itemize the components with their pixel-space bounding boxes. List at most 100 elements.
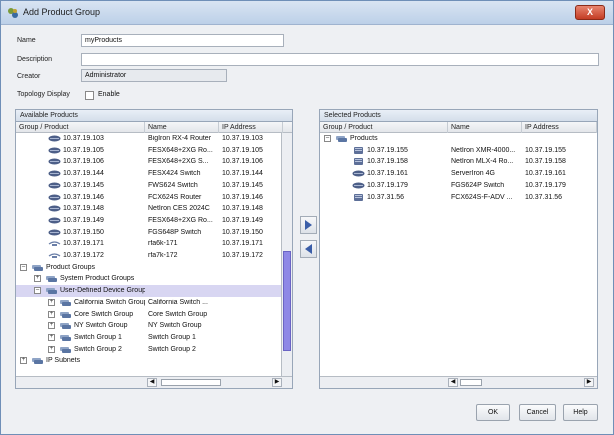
- title-bar[interactable]: Add Product Group X: [1, 1, 613, 25]
- name-cell: FESX648+2XG Ro...: [148, 216, 213, 224]
- name-cell: NY Switch Group: [148, 322, 202, 330]
- available-products-tree[interactable]: 10.37.19.103 BigIron RX-4 Router 10.37.19.…: [16, 133, 292, 376]
- tree-row[interactable]: 10.37.31.56 FCX624S-F-ADV ... 10.37.31.56: [320, 192, 597, 204]
- name-cell: ServerIron 4G: [451, 170, 495, 178]
- tree-row[interactable]: 10.37.19.171 rfa6k-171 10.37.19.171: [16, 238, 292, 250]
- expand-toggle-icon[interactable]: +: [48, 298, 55, 306]
- ip-address-cell: 10.37.19.145: [222, 181, 263, 189]
- name-cell: NetIron CES 2024C: [148, 205, 210, 213]
- selected-products-tree[interactable]: – Products 10.37.19.155 NetIron XMR-4000...…: [320, 133, 597, 376]
- tree-row[interactable]: 10.37.19.106 FESX648+2XG S... 10.37.19.106: [16, 156, 292, 168]
- group-product-cell: 10.37.19.106: [63, 158, 104, 166]
- arrow-right-icon: [305, 220, 312, 230]
- expand-toggle-icon[interactable]: +: [48, 322, 55, 330]
- ip-address-cell: 10.37.19.146: [222, 193, 263, 201]
- tree-row[interactable]: 10.37.19.146 FCX624S Router 10.37.19.146: [16, 192, 292, 204]
- ip-address-cell: 10.37.19.171: [222, 240, 263, 248]
- tree-row[interactable]: – Products: [320, 133, 597, 145]
- tree-row[interactable]: 10.37.19.161 ServerIron 4G 10.37.19.161: [320, 168, 597, 180]
- description-input[interactable]: [81, 53, 599, 66]
- column-name[interactable]: Name: [448, 122, 522, 133]
- remove-from-selected-button[interactable]: [300, 240, 317, 258]
- topology-display-label: Topology Display: [17, 91, 70, 98]
- tree-row[interactable]: + NY Switch Group NY Switch Group: [16, 320, 292, 332]
- tree-row[interactable]: 10.37.19.145 FWS624 Switch 10.37.19.145: [16, 180, 292, 192]
- expand-toggle-icon[interactable]: –: [324, 135, 331, 142]
- group-product-cell: 10.37.19.103: [63, 135, 104, 142]
- selected-horizontal-scrollbar[interactable]: ◀ ▶: [320, 376, 597, 388]
- add-to-selected-button[interactable]: [300, 216, 317, 234]
- enable-topology-checkbox[interactable]: [85, 91, 94, 100]
- expand-toggle-icon[interactable]: +: [48, 333, 55, 341]
- column-group-product[interactable]: Group / Product: [320, 122, 448, 133]
- selected-table-header: Group / Product Name IP Address: [320, 122, 597, 133]
- ip-address-cell: 10.37.19.158: [525, 158, 566, 166]
- column-ip-address[interactable]: IP Address: [522, 122, 597, 133]
- tree-row[interactable]: 10.37.19.155 NetIron XMR-4000... 10.37.19.…: [320, 145, 597, 157]
- column-group-product[interactable]: Group / Product: [16, 122, 145, 133]
- scroll-right-button[interactable]: ▶: [584, 378, 594, 387]
- tree-row[interactable]: 10.37.19.148 NetIron CES 2024C 10.37.19.14…: [16, 203, 292, 215]
- tree-row[interactable]: + IP Subnets: [16, 355, 292, 367]
- tree-row[interactable]: 10.37.19.158 NetIron MLX-4 Ro... 10.37.19.…: [320, 156, 597, 168]
- name-label: Name: [17, 37, 36, 44]
- tree-row[interactable]: 10.37.19.105 FESX648+2XG Ro... 10.37.19.10…: [16, 145, 292, 157]
- ip-address-cell: 10.37.19.150: [222, 228, 263, 236]
- available-horizontal-scrollbar[interactable]: ◀ ▶: [16, 376, 292, 388]
- tree-row[interactable]: + Core Switch Group Core Switch Group: [16, 309, 292, 321]
- creator-field: Administrator: [81, 69, 227, 82]
- expand-toggle-icon[interactable]: –: [20, 263, 27, 271]
- available-horizontal-scroll-thumb[interactable]: [161, 379, 221, 386]
- name-cell: FESX424 Switch: [148, 170, 201, 178]
- column-name[interactable]: Name: [145, 122, 219, 133]
- group-product-cell: California Switch Group: [74, 298, 145, 306]
- tree-row[interactable]: + Switch Group 1 Switch Group 1: [16, 332, 292, 344]
- expand-toggle-icon[interactable]: –: [34, 287, 41, 295]
- name-cell: BigIron RX-4 Router: [148, 135, 212, 142]
- ok-button[interactable]: OK: [476, 404, 510, 421]
- group-product-cell: 10.37.19.144: [63, 170, 104, 178]
- tree-row[interactable]: – Product Groups: [16, 262, 292, 274]
- scroll-left-button[interactable]: ◀: [448, 378, 458, 387]
- group-product-cell: 10.37.19.148: [63, 205, 104, 213]
- tree-row[interactable]: + California Switch Group California Switc…: [16, 297, 292, 309]
- ip-address-cell: 10.37.19.155: [525, 146, 566, 154]
- scroll-left-button[interactable]: ◀: [147, 378, 157, 387]
- cancel-button[interactable]: Cancel: [519, 404, 556, 421]
- available-vertical-scrollbar[interactable]: [281, 133, 292, 376]
- help-button[interactable]: Help: [563, 404, 598, 421]
- name-cell: NetIron MLX-4 Ro...: [451, 158, 514, 166]
- tree-row[interactable]: 10.37.19.103 BigIron RX-4 Router 10.37.19.…: [16, 133, 292, 145]
- expand-toggle-icon[interactable]: +: [34, 275, 41, 283]
- expand-toggle-icon[interactable]: +: [48, 310, 55, 318]
- scroll-right-button[interactable]: ▶: [272, 378, 282, 387]
- name-cell: Switch Group 2: [148, 345, 196, 353]
- ip-address-cell: 10.37.19.149: [222, 216, 263, 224]
- tree-row[interactable]: 10.37.19.150 FGS648P Switch 10.37.19.150: [16, 227, 292, 239]
- expand-toggle-icon[interactable]: +: [48, 345, 55, 353]
- group-product-cell: 10.37.19.150: [63, 228, 104, 236]
- name-cell: FESX648+2XG S...: [148, 158, 209, 166]
- group-product-cell: Switch Group 2: [74, 345, 122, 353]
- tree-row[interactable]: 10.37.19.179 FGS624P Switch 10.37.19.179: [320, 180, 597, 192]
- close-button[interactable]: X: [575, 5, 605, 20]
- name-input[interactable]: [81, 34, 284, 47]
- group-product-cell: Products: [350, 135, 378, 142]
- selected-horizontal-scroll-thumb[interactable]: [460, 379, 482, 386]
- tree-row[interactable]: 10.37.19.144 FESX424 Switch 10.37.19.144: [16, 168, 292, 180]
- tree-row[interactable]: + System Product Groups: [16, 273, 292, 285]
- tree-row[interactable]: 10.37.19.149 FESX648+2XG Ro... 10.37.19.14…: [16, 215, 292, 227]
- name-cell: rfa6k-171: [148, 240, 178, 248]
- name-cell: FCX624S Router: [148, 193, 202, 201]
- selected-products-panel: Selected Products Group / Product Name I…: [319, 109, 598, 389]
- expand-toggle-icon[interactable]: +: [20, 357, 27, 365]
- tree-row[interactable]: 10.37.19.172 rfa7k-172 10.37.19.172: [16, 250, 292, 262]
- available-vertical-scroll-thumb[interactable]: [283, 251, 291, 351]
- tree-row[interactable]: + Switch Group 2 Switch Group 2: [16, 344, 292, 356]
- ip-address-cell: 10.37.19.106: [222, 158, 263, 166]
- column-ip-address[interactable]: IP Address: [219, 122, 283, 133]
- name-cell: rfa7k-172: [148, 252, 178, 259]
- tree-row[interactable]: – User-Defined Device Groups: [16, 285, 292, 298]
- group-product-cell: 10.37.19.105: [63, 146, 104, 154]
- ip-address-cell: 10.37.19.161: [525, 170, 566, 178]
